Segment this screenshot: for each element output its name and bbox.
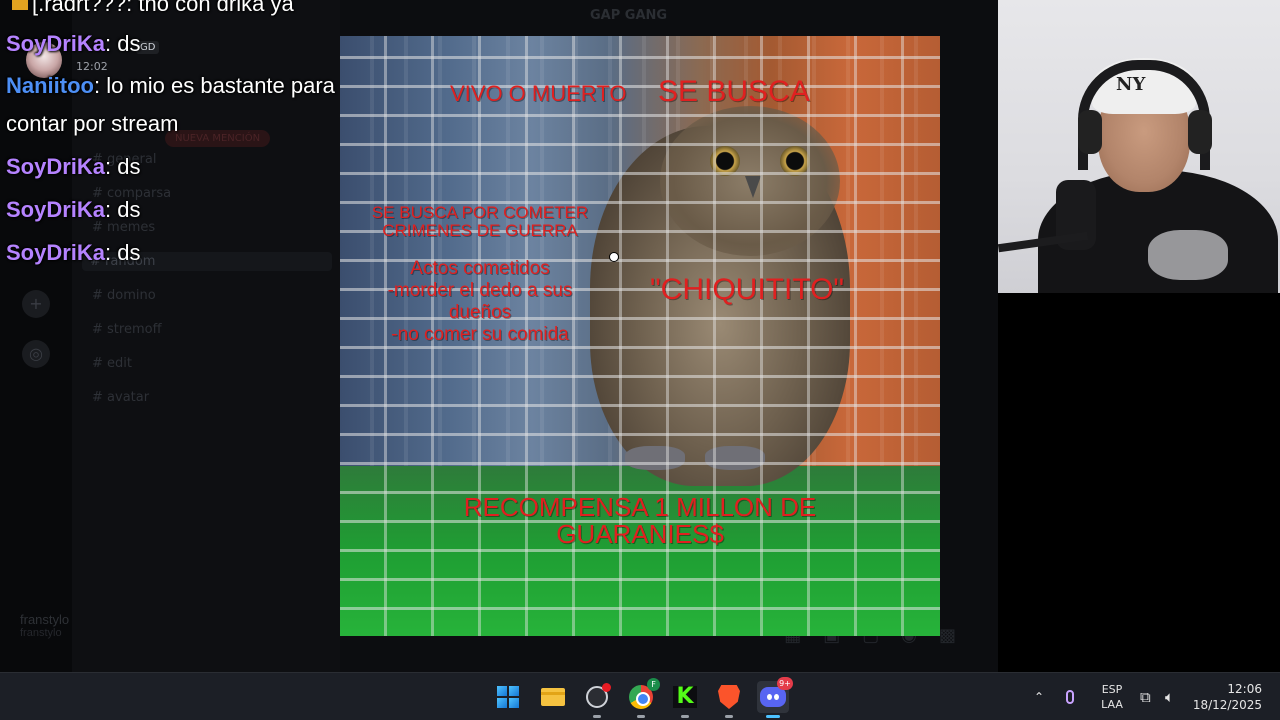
kick-button[interactable]: K <box>669 681 701 718</box>
chat-username: SoyDriKa <box>6 197 106 222</box>
user-status: franstylo <box>20 627 62 639</box>
microphone-tray-button[interactable] <box>1066 673 1074 720</box>
start-button[interactable] <box>492 681 524 713</box>
channel-item[interactable]: # edit <box>92 356 132 371</box>
notification-badge: 9+ <box>777 677 793 690</box>
owl-wanted-poster-image: VIVO O MUERTO SE BUSCA SE BUSCA POR COME… <box>340 36 940 636</box>
chat-message-continued: contar por stream <box>6 110 178 138</box>
channel-item[interactable]: # avatar <box>92 390 149 405</box>
windows-logo-icon <box>497 686 519 708</box>
obs-button[interactable] <box>581 681 613 718</box>
poster-reward: RECOMPENSA 1 MILLON DE GUARANIES$ <box>463 492 817 550</box>
chat-text: : ds <box>105 197 141 222</box>
discord-icon <box>760 687 786 707</box>
channel-item[interactable]: # domino <box>92 288 156 303</box>
stream-chat-overlay: [.radrt???: tnó con drika ya GD 12:02 So… <box>0 0 380 280</box>
input-language-button[interactable]: ESP LAA <box>1098 673 1126 720</box>
chrome-button[interactable]: F <box>625 678 660 718</box>
chat-text: : lo mio es bastante para <box>94 73 335 98</box>
chat-message: SoyDriKa: ds <box>6 30 141 58</box>
chat-message-partial: [.radrt???: tnó con drika ya <box>6 0 294 18</box>
discord-button[interactable]: 9+ <box>757 677 793 718</box>
chat-username: Naniitoo <box>6 73 94 98</box>
chat-text: : ds <box>105 154 141 179</box>
user-panel[interactable]: franstylo franstylo <box>20 612 69 639</box>
microphone-icon <box>1066 690 1074 704</box>
folder-icon <box>541 688 565 706</box>
chevron-up-icon: ⌃ <box>1034 690 1045 704</box>
username: franstylo <box>20 612 70 627</box>
volume-button[interactable]: 🔈︎ <box>1165 673 1174 720</box>
chat-message: Naniitoo: lo mio es bastante para <box>6 72 335 100</box>
taskbar: F K 9+ ⌃ ESP LAA ⧉ 🔈︎ 12:06 18/12/2025 <box>0 672 1280 720</box>
kick-icon: K <box>673 686 697 708</box>
chat-username: SoyDriKa <box>6 154 106 179</box>
poster-subtitle: VIVO O MUERTO <box>450 81 627 106</box>
poster-crimes: SE BUSCA POR COMETER CRIMENES DE GUERRA <box>371 203 589 240</box>
chat-username: SoyDriKa <box>6 31 106 56</box>
profile-badge: F <box>647 678 660 691</box>
flag-icon <box>12 0 28 11</box>
chat-text: : ds <box>105 240 141 265</box>
speaker-icon: 🔈︎ <box>1165 688 1175 706</box>
brave-button[interactable] <box>713 681 745 718</box>
server-name: GAP GANG <box>590 8 668 23</box>
brave-icon <box>718 685 740 709</box>
file-explorer-button[interactable] <box>537 681 569 713</box>
mouse-cursor-icon <box>609 252 619 262</box>
add-server-icon[interactable]: + <box>22 290 50 318</box>
channel-item[interactable]: # stremoff <box>92 322 162 337</box>
network-button[interactable]: ⧉ <box>1140 673 1151 720</box>
chat-message: SoyDriKa: ds <box>6 239 141 267</box>
chat-username: SoyDriKa <box>6 240 106 265</box>
show-hidden-icons-button[interactable]: ⌃ <box>1034 673 1044 720</box>
poster-name: "CHIQUITITO" <box>650 273 845 306</box>
clock-time: 12:06 <box>1227 682 1262 696</box>
poster-title: SE BUSCA <box>658 75 810 108</box>
clock-button[interactable]: 12:06 18/12/2025 <box>1192 673 1262 720</box>
network-icon: ⧉ <box>1140 688 1151 706</box>
chat-text: : ds <box>105 31 141 56</box>
poster-acts: Actos cometidos -morder el dedo a sus du… <box>387 258 573 345</box>
chat-message: SoyDriKa: ds <box>6 196 141 224</box>
clock-date: 18/12/2025 <box>1192 698 1262 712</box>
recording-dot-icon <box>602 683 611 692</box>
explore-icon[interactable]: ◎ <box>22 340 50 368</box>
webcam-feed: NY <box>998 0 1280 293</box>
chat-message: SoyDriKa: ds <box>6 153 141 181</box>
chat-text: contar por stream <box>6 111 179 136</box>
